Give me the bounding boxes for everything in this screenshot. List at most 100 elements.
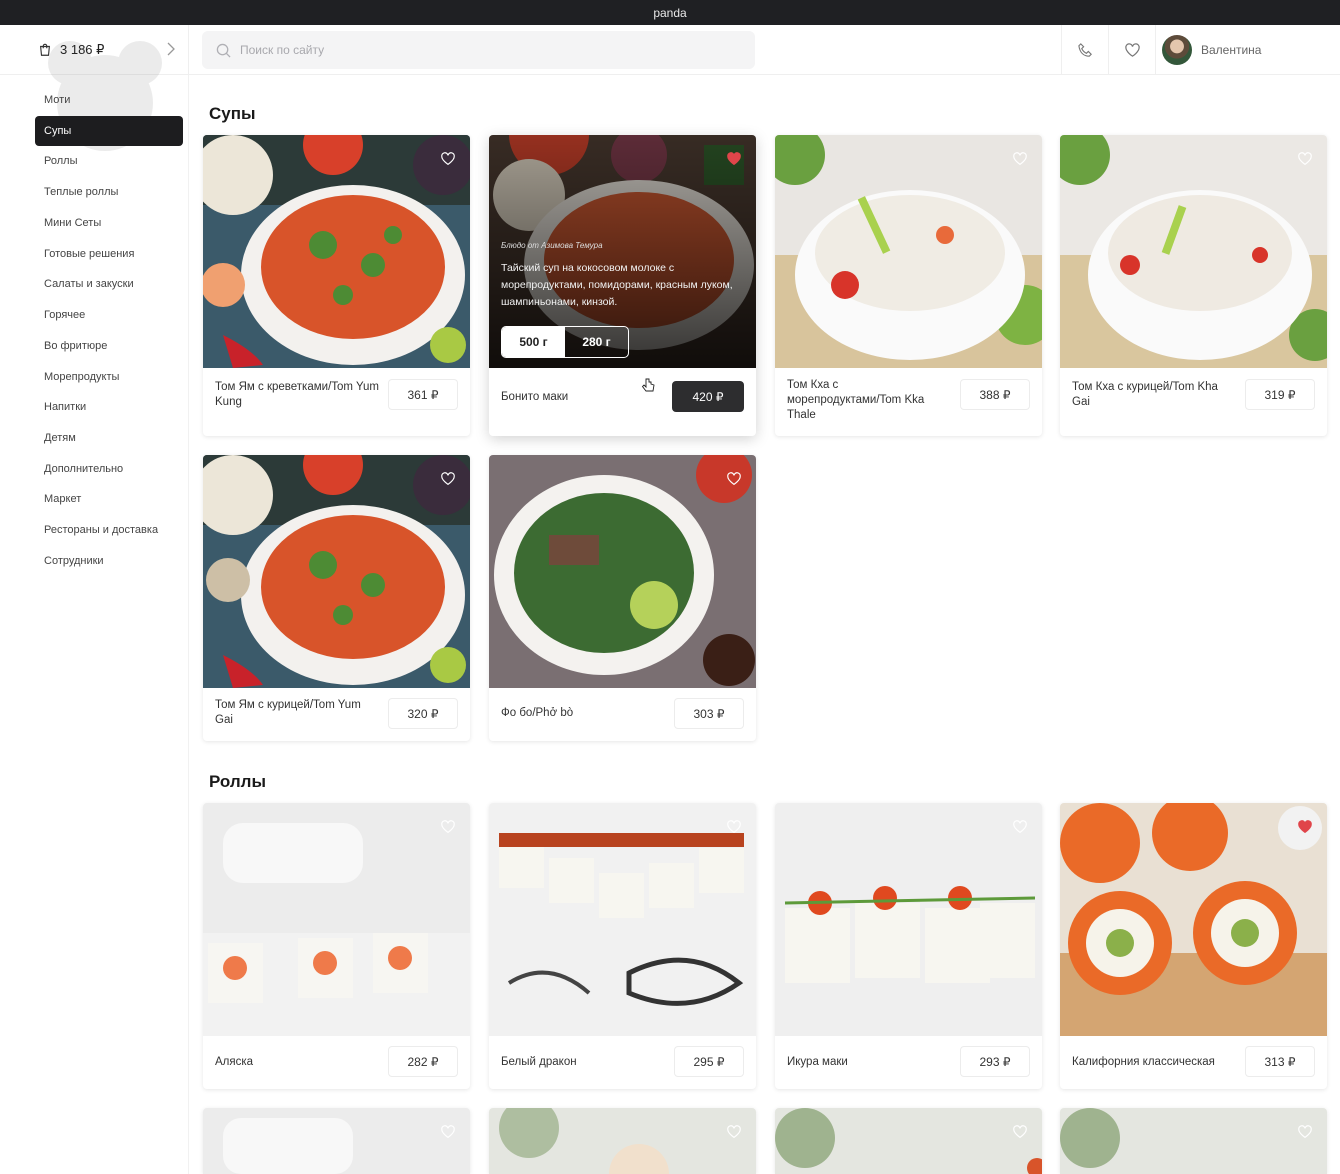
heart-icon[interactable] xyxy=(440,819,456,835)
sidebar-item-label: Во фритюре xyxy=(44,340,108,352)
heart-icon[interactable] xyxy=(1012,151,1028,167)
product-photo xyxy=(489,803,756,1036)
add-to-cart-button[interactable]: 388 ₽ xyxy=(960,379,1030,410)
product-name: Белый дракон xyxy=(501,1056,577,1068)
phone-icon xyxy=(1077,42,1092,57)
heart-icon[interactable] xyxy=(440,471,456,487)
cart-total: 3 186 ₽ xyxy=(60,42,105,57)
phone-button[interactable] xyxy=(1061,25,1108,75)
add-to-cart-button[interactable]: 282 ₽ xyxy=(388,1046,458,1077)
sidebar-item-employees[interactable]: Сотрудники xyxy=(35,546,183,576)
window-title: panda xyxy=(653,5,687,20)
sidebar-item-market[interactable]: Маркет xyxy=(35,484,183,514)
section-title-soups: Супы xyxy=(209,104,256,123)
sidebar-item-extras[interactable]: Дополнительно xyxy=(35,454,183,484)
product-photo xyxy=(1060,803,1327,1036)
tom-yum-photo xyxy=(203,135,470,368)
weight-option-500[interactable]: 500 г xyxy=(502,327,565,357)
user-name: Валентина xyxy=(1201,43,1262,57)
product-photo xyxy=(203,803,470,1036)
sidebar-item-warm-rolls[interactable]: Теплые роллы xyxy=(35,177,183,207)
product-card[interactable]: Том Кха с морепродуктами/Tom Kka Thale 3… xyxy=(775,135,1042,436)
user-profile-button[interactable]: Валентина xyxy=(1155,25,1340,75)
sidebar-item-label: Теплые роллы xyxy=(44,186,119,198)
product-card[interactable]: Аляска 282 ₽ xyxy=(203,803,470,1089)
product-name: Аляска xyxy=(215,1056,254,1068)
heart-icon[interactable] xyxy=(440,151,456,167)
weight-option-280[interactable]: 280 г xyxy=(565,327,628,357)
sidebar-item-seafood[interactable]: Морепродукты xyxy=(35,362,183,392)
heart-icon[interactable] xyxy=(1012,819,1028,835)
hand-cursor-icon xyxy=(641,378,655,392)
chef-note: Блюдо от Азимова Темура xyxy=(501,241,603,250)
sidebar-item-restaurants[interactable]: Рестораны и доставка xyxy=(35,515,183,545)
product-description: Тайский суп на кокосовом молоке с морепр… xyxy=(501,262,733,308)
heart-icon[interactable] xyxy=(440,1124,456,1140)
product-photo xyxy=(775,1108,1042,1174)
product-photo xyxy=(1060,1108,1327,1174)
california-roll-photo xyxy=(1060,803,1327,1036)
sidebar-item-kids[interactable]: Детям xyxy=(35,423,183,453)
product-card[interactable]: Белый дракон 295 ₽ xyxy=(489,803,756,1089)
product-photo xyxy=(489,455,756,688)
heart-icon[interactable] xyxy=(1297,151,1313,167)
sidebar-item-moti[interactable]: Моти xyxy=(35,85,183,115)
sidebar-item-mini-sets[interactable]: Мини Сеты xyxy=(35,208,183,238)
add-to-cart-button[interactable]: 295 ₽ xyxy=(674,1046,744,1077)
product-card[interactable]: Блюдо от Азимова Темура Тайский суп на к… xyxy=(489,135,756,436)
sidebar-item-label: Детям xyxy=(44,432,76,444)
heart-icon xyxy=(1124,42,1140,57)
product-card[interactable] xyxy=(775,1108,1042,1174)
sidebar-item-label: Моти xyxy=(44,94,71,106)
sidebar-item-deep-fried[interactable]: Во фритюре xyxy=(35,331,183,361)
product-card[interactable] xyxy=(203,1108,470,1174)
add-to-cart-button[interactable]: 320 ₽ xyxy=(388,698,458,729)
sidebar-item-drinks[interactable]: Напитки xyxy=(35,392,183,422)
product-card[interactable]: Калифорния классическая 313 ₽ xyxy=(1060,803,1327,1089)
avatar xyxy=(1162,35,1192,65)
product-card[interactable]: Том Кха с курицей/Tom Kha Gai 319 ₽ xyxy=(1060,135,1327,436)
sidebar-item-label: Сотрудники xyxy=(44,555,104,567)
heart-icon[interactable] xyxy=(726,471,742,487)
sidebar-item-label: Горячее xyxy=(44,309,86,321)
sidebar-item-label: Мини Сеты xyxy=(44,217,102,229)
sidebar-item-label: Дополнительно xyxy=(44,463,124,475)
heart-icon[interactable] xyxy=(726,819,742,835)
product-photo xyxy=(203,455,470,688)
chevron-right-icon xyxy=(167,42,175,56)
product-card[interactable]: Фо бо/Phở bò 303 ₽ xyxy=(489,455,756,741)
add-to-cart-button[interactable]: 361 ₽ xyxy=(388,379,458,410)
product-photo xyxy=(1060,135,1327,368)
section-title-rolls: Роллы xyxy=(209,772,266,791)
heart-filled-icon[interactable] xyxy=(726,151,742,167)
heart-icon[interactable] xyxy=(1297,1124,1313,1140)
cart-icon xyxy=(39,43,51,56)
add-to-cart-button[interactable]: 293 ₽ xyxy=(960,1046,1030,1077)
search-input[interactable] xyxy=(240,43,720,57)
heart-icon[interactable] xyxy=(726,1124,742,1140)
cart-button[interactable]: 3 186 ₽ xyxy=(0,25,189,151)
add-to-cart-button[interactable]: 303 ₽ xyxy=(674,698,744,729)
sidebar-item-label: Салаты и закуски xyxy=(44,278,134,290)
product-card[interactable]: Икура маки 293 ₽ xyxy=(775,803,1042,1089)
sidebar-item-label: Маркет xyxy=(44,493,82,505)
product-card[interactable] xyxy=(489,1108,756,1174)
sidebar-item-rolls[interactable]: Роллы xyxy=(35,146,183,176)
sidebar-item-salads[interactable]: Салаты и закуски xyxy=(35,269,183,299)
tom-kha-chicken-photo xyxy=(1060,135,1327,368)
product-card[interactable] xyxy=(1060,1108,1327,1174)
weight-selector: 500 г 280 г xyxy=(501,326,629,358)
add-to-cart-button[interactable]: 319 ₽ xyxy=(1245,379,1315,410)
heart-icon[interactable] xyxy=(1012,1124,1028,1140)
favorites-button[interactable] xyxy=(1108,25,1155,75)
sidebar-item-ready-solutions[interactable]: Готовые решения xyxy=(35,239,183,269)
sidebar-item-soups[interactable]: Супы xyxy=(35,116,183,146)
sidebar-item-label: Рестораны и доставка xyxy=(44,524,159,536)
add-to-cart-button[interactable]: 420 ₽ xyxy=(672,381,744,412)
product-card[interactable]: Том Ям с креветками/Tom Yum Kung 361 ₽ xyxy=(203,135,470,436)
product-card[interactable]: Том Ям с курицей/Tom Yum Gai 320 ₽ xyxy=(203,455,470,741)
heart-filled-icon[interactable] xyxy=(1297,819,1313,835)
sidebar-item-hot[interactable]: Горячее xyxy=(35,300,183,330)
add-to-cart-button[interactable]: 313 ₽ xyxy=(1245,1046,1315,1077)
search-bar[interactable] xyxy=(202,31,755,69)
